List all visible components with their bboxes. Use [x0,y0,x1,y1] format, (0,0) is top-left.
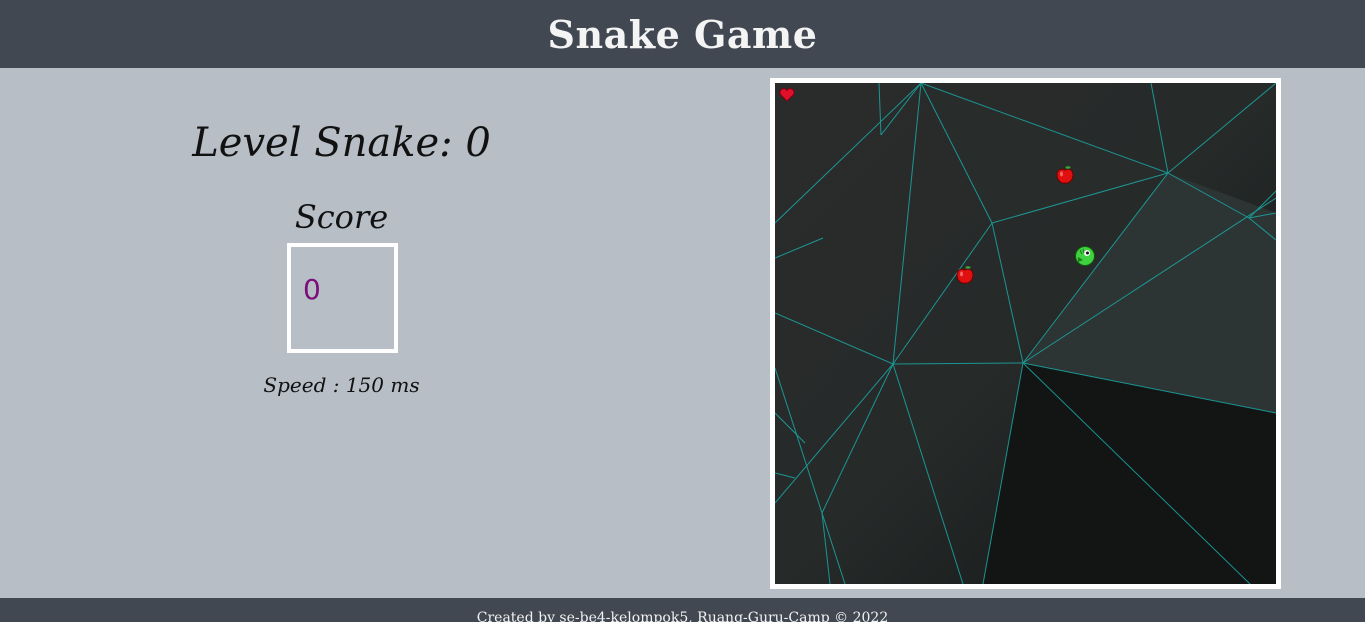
level-label: Level Snake: 0 [192,120,491,166]
page-header: Snake Game [0,0,1365,68]
score-box: 0 [287,243,398,353]
snake-head-icon [1075,246,1095,266]
board-background [775,83,1276,584]
speed-label: Speed : 150 ms [263,373,420,397]
footer-text: Created by se-be4-kelompok5, Ruang-Guru-… [476,610,889,622]
apple-icon [1056,165,1074,184]
game-board[interactable] [770,78,1281,589]
score-label: Score [294,198,389,236]
apple-icon [956,265,974,284]
score-value: 0 [303,273,321,306]
page-title: Snake Game [547,11,818,57]
page-footer: Created by se-be4-kelompok5, Ruang-Guru-… [0,598,1365,622]
stats-panel: Level Snake: 0 Score 0 Speed : 150 ms [0,68,683,598]
heart-icon [779,88,795,102]
